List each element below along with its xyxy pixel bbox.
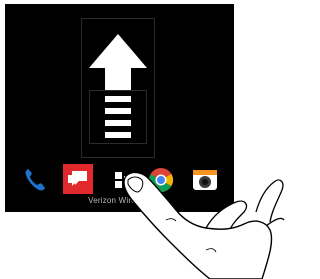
messages-icon[interactable] bbox=[63, 164, 93, 194]
phone-icon[interactable] bbox=[21, 166, 49, 194]
swipe-up-arrow-icon bbox=[89, 34, 147, 138]
illustration: Verizon Wireless bbox=[0, 0, 285, 279]
hand-gesture-icon bbox=[123, 171, 285, 279]
